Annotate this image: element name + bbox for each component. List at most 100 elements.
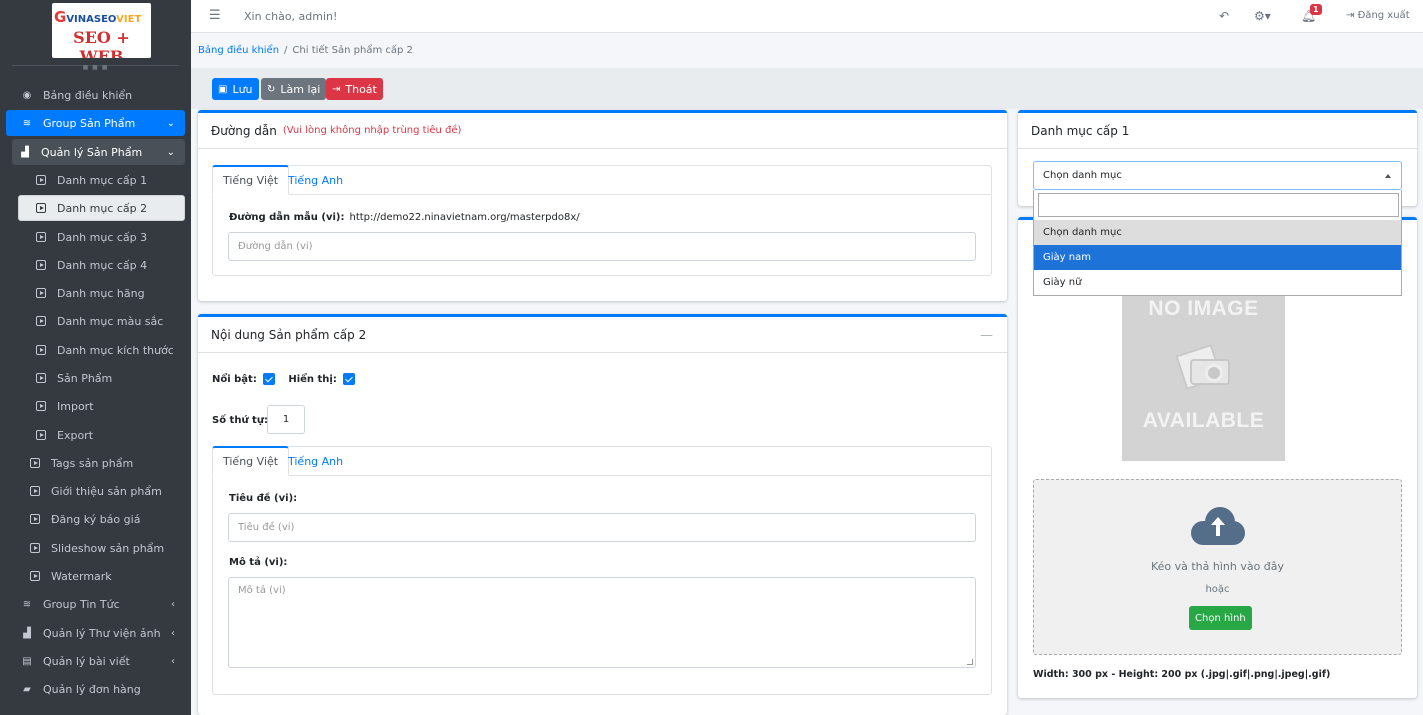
caret-square-icon bbox=[34, 202, 48, 214]
caret-square-icon bbox=[34, 287, 48, 299]
sample-path: Đường dẫn mẫu (vi): http://demo22.ninavie… bbox=[229, 212, 580, 223]
logo-brand2: VIET bbox=[116, 14, 142, 25]
sidebar-item-quote[interactable]: Đăng ký báo giá bbox=[28, 506, 184, 532]
tab-english[interactable]: Tiếng Anh bbox=[278, 446, 353, 476]
sidebar-item-tags[interactable]: Tags sản phẩm bbox=[28, 450, 184, 476]
sidebar-item-label: Danh mục hãng bbox=[57, 286, 145, 300]
sidebar-item-label: Group Tin Tức bbox=[43, 597, 120, 611]
camera-icon bbox=[1175, 344, 1230, 390]
collapse-icon[interactable]: — bbox=[980, 328, 993, 343]
visible-label: Hiển thị: bbox=[288, 374, 337, 385]
caret-square-icon bbox=[28, 542, 42, 554]
tab-english[interactable]: Tiếng Anh bbox=[278, 165, 353, 195]
caret-square-icon bbox=[34, 174, 48, 186]
layers-icon: ≋ bbox=[22, 598, 32, 610]
logout-icon: ⇥ bbox=[1346, 10, 1358, 21]
sidebar-item-posts[interactable]: ▤ Quản lý bài viết ‹ bbox=[20, 648, 185, 674]
title-input[interactable]: Tiêu đề (vi) bbox=[228, 513, 976, 542]
boxes-icon: ▟ bbox=[23, 627, 31, 639]
save-button[interactable]: ▣ Lưu bbox=[212, 78, 259, 100]
save-label: Lưu bbox=[232, 82, 253, 96]
caret-square-icon bbox=[28, 457, 42, 469]
path-input[interactable]: Đường dẫn (vi) bbox=[228, 232, 976, 261]
sidebar-item-category-4[interactable]: Danh mục cấp 4 bbox=[34, 252, 184, 278]
chevron-left-icon: ‹ bbox=[171, 598, 175, 610]
logout-link[interactable]: ⇥ Đăng xuất bbox=[1346, 10, 1410, 21]
caret-square-icon bbox=[28, 485, 42, 497]
reset-button[interactable]: ↻ Làm lại bbox=[261, 78, 327, 100]
path-tabs: Tiếng Việt Tiếng Anh Đường dẫn mẫu (vi):… bbox=[212, 165, 992, 276]
content-card: Nội dung Sản phẩm cấp 2 — Nổi bật: Hiển … bbox=[198, 314, 1007, 715]
sample-path-label: Đường dẫn mẫu (vi): bbox=[229, 212, 345, 223]
breadcrumb-home[interactable]: Bảng điều khiển bbox=[198, 45, 279, 56]
sidebar-item-slideshow[interactable]: Slideshow sản phẩm bbox=[28, 535, 184, 561]
sidebar-item-gallery[interactable]: ▟ Quản lý Thư viện ảnh ‹ bbox=[20, 620, 185, 646]
sidebar-item-category-1[interactable]: Danh mục cấp 1 bbox=[34, 167, 184, 193]
content-tabs: Tiếng Việt Tiếng Anh Tiêu đề (vi): Tiêu … bbox=[212, 446, 992, 695]
desc-textarea[interactable]: Mô tả (vi) bbox=[228, 577, 976, 668]
exit-button[interactable]: ⇥ Thoát bbox=[326, 78, 383, 100]
sidebar-item-label: Quản lý Thư viện ảnh bbox=[43, 626, 161, 640]
redo-icon: ↻ bbox=[267, 83, 276, 95]
sidebar-item-products[interactable]: Sản Phẩm bbox=[34, 365, 184, 391]
choose-image-button[interactable]: Chọn hình bbox=[1189, 606, 1252, 630]
category-dropdown: Chọn danh mục Giày nam Giày nữ bbox=[1033, 190, 1402, 296]
sidebar-item-brand[interactable]: Danh mục hãng bbox=[34, 280, 184, 306]
caret-square-icon bbox=[34, 315, 48, 327]
greeting-text: Xin chào, admin! bbox=[244, 10, 338, 23]
sidebar-item-category-2[interactable]: Danh mục cấp 2 bbox=[18, 195, 185, 221]
sidebar-item-watermark[interactable]: Watermark bbox=[28, 563, 184, 589]
chevron-left-icon: ‹ bbox=[171, 655, 175, 667]
featured-checkbox[interactable] bbox=[262, 373, 275, 385]
sidebar-item-label: Slideshow sản phẩm bbox=[51, 541, 165, 555]
sidebar-item-label: Danh mục màu sắc bbox=[57, 314, 164, 328]
sidebar-item-group-products[interactable]: ≋ Group Sản Phẩm ⌄ bbox=[6, 110, 185, 136]
featured-field: Nổi bật: Hiển thị: bbox=[212, 373, 355, 385]
dropdown-search-input[interactable] bbox=[1038, 193, 1399, 217]
sidebar-item-label: Group Sản Phẩm bbox=[43, 116, 136, 130]
logo[interactable]: GVINASEOVIET SEO + WEB bbox=[52, 3, 151, 58]
brand[interactable]: GVINASEOVIET SEO + WEB ■ ■ ■ bbox=[12, 0, 179, 71]
save-icon: ▣ bbox=[218, 83, 228, 95]
sidebar-item-label: Sản Phẩm bbox=[57, 371, 113, 385]
path-card-title: Đường dẫn bbox=[211, 123, 277, 138]
caret-square-icon bbox=[34, 372, 48, 384]
sidebar-item-group-news[interactable]: ≋ Group Tin Tức ‹ bbox=[20, 591, 185, 617]
category-card-title: Danh mục cấp 1 bbox=[1031, 123, 1130, 138]
sidebar-item-category-3[interactable]: Danh mục cấp 3 bbox=[34, 224, 184, 250]
menu-toggle-icon[interactable]: ☰ bbox=[209, 8, 221, 23]
sidebar-item-intro[interactable]: Giới thiệu sản phẩm bbox=[28, 478, 184, 504]
sidebar-item-manage-products[interactable]: ▟ Quản lý Sản Phẩm ⌄ bbox=[12, 139, 185, 165]
sidebar-item-export[interactable]: Export bbox=[34, 422, 184, 448]
desc-label: Mô tả (vi): bbox=[229, 557, 288, 568]
category-select[interactable]: Chọn danh mục bbox=[1033, 161, 1402, 190]
breadcrumb-separator: / bbox=[284, 45, 288, 56]
sidebar-item-label: Quản lý Sản Phẩm bbox=[41, 145, 143, 159]
sidebar-item-size[interactable]: Danh mục kích thước bbox=[34, 337, 184, 363]
dropdown-option[interactable]: Chọn danh mục bbox=[1034, 220, 1401, 245]
order-input[interactable]: 1 bbox=[267, 405, 305, 434]
caret-square-icon bbox=[34, 429, 48, 441]
chevron-down-icon: ⌄ bbox=[166, 146, 175, 158]
sidebar-item-import[interactable]: Import bbox=[34, 393, 184, 419]
sidebar-item-orders[interactable]: ▰ Quản lý đơn hàng bbox=[20, 676, 185, 702]
category-select-value: Chọn danh mục bbox=[1043, 170, 1122, 181]
dropdown-option[interactable]: Giày nam bbox=[1034, 245, 1401, 270]
resize-handle-icon[interactable] bbox=[967, 659, 973, 665]
or-text: hoặc bbox=[1205, 584, 1230, 595]
notification-badge: 1 bbox=[1310, 4, 1322, 15]
image-dropzone[interactable]: Kéo và thả hình vào đây hoặc Chọn hình bbox=[1033, 479, 1402, 655]
settings-icon[interactable]: ⚙▾ bbox=[1254, 9, 1271, 23]
visible-checkbox[interactable] bbox=[342, 373, 355, 385]
sidebar-item-dashboard[interactable]: ◉ Bảng điều khiển bbox=[20, 82, 185, 108]
dropdown-option[interactable]: Giày nữ bbox=[1034, 270, 1401, 295]
sidebar-item-label: Export bbox=[57, 428, 94, 442]
breadcrumb-current: Chi tiết Sản phẩm cấp 2 bbox=[292, 45, 413, 56]
layers-icon: ≋ bbox=[22, 117, 32, 129]
caret-square-icon bbox=[34, 231, 48, 243]
reply-icon[interactable]: ↶ bbox=[1219, 9, 1229, 23]
caret-square-icon bbox=[28, 570, 42, 582]
sidebar-item-color[interactable]: Danh mục màu sắc bbox=[34, 308, 184, 334]
no-image-placeholder: NO IMAGE AVAILABLE bbox=[1122, 289, 1285, 461]
sidebar-item-label: Tags sản phẩm bbox=[51, 456, 134, 470]
